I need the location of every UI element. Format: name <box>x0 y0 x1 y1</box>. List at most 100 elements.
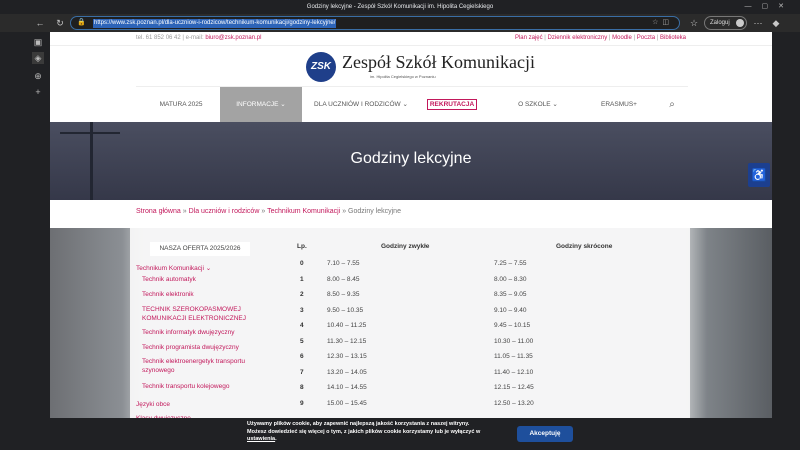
lock-icon: 🔒 <box>77 19 86 26</box>
header-skrocone: Godziny skrócone <box>556 243 613 250</box>
menu-item[interactable]: Technik elektronik <box>142 290 194 299</box>
cell-lp: 0 <box>300 260 304 267</box>
cookie-text: Używamy plików cookie, aby zapewnić najl… <box>247 421 481 442</box>
top-links: Plan zajęć | Dziennik elektroniczny | Mo… <box>514 35 686 41</box>
main-nav: MATURA 2025 INFORMACJE ⌄ DLA UCZNIÓW I R… <box>136 86 688 122</box>
cell-skrocone: 9.45 – 10.15 <box>494 322 531 329</box>
breadcrumb-technikum[interactable]: Technikum Komunikacji <box>267 208 340 215</box>
menu-jezyki[interactable]: Języki obce <box>136 400 170 409</box>
email-label: e-mail: <box>185 35 204 41</box>
breadcrumb-dla-uczniow[interactable]: Dla uczniów i rodziców <box>189 208 260 215</box>
cell-lp: 2 <box>300 291 304 298</box>
cell-zwykle: 13.20 – 14.05 <box>327 368 367 376</box>
cell-lp: 5 <box>300 337 304 345</box>
link-poczta[interactable]: Poczta <box>637 35 655 41</box>
cell-zwykle: 8.50 – 9.35 <box>327 291 360 298</box>
web-page: tel. 61 852 06 42 | e-mail: biuro@zsk.po… <box>50 32 772 450</box>
menu-item[interactable]: Technik informatyk dwujęzyczny <box>142 328 234 337</box>
nav-erasmus[interactable]: ERASMUS+ <box>594 87 644 122</box>
menu-technikum[interactable]: Technikum Komunikacji ⌄ <box>136 264 211 273</box>
contact-info: tel. 61 852 06 42 | e-mail: biuro@zsk.po… <box>136 35 262 41</box>
cell-lp: 4 <box>300 322 304 329</box>
cell-lp: 8 <box>300 384 304 391</box>
link-dziennik[interactable]: Dziennik elektroniczny <box>548 35 608 41</box>
address-bar[interactable]: 🔒 https://www.zsk.poznan.pl/dla-uczniow-… <box>70 16 680 30</box>
cell-lp: 3 <box>300 306 304 314</box>
collections-icon[interactable]: ◈ <box>32 52 44 64</box>
accessibility-icon[interactable]: ♿ <box>748 163 770 187</box>
menu-item[interactable]: Technik transportu kolejowego <box>142 382 229 391</box>
browser-toolbar: ← ↻ 🔒 https://www.zsk.poznan.pl/dla-uczn… <box>0 14 800 32</box>
cell-zwykle: 12.30 – 13.15 <box>327 353 367 360</box>
nav-o-szkole[interactable]: O SZKOLE ⌄ <box>502 87 574 122</box>
menu-item[interactable]: Technik automatyk <box>142 275 196 284</box>
header-lp: Lp. <box>297 243 307 250</box>
cell-zwykle: 14.10 – 14.55 <box>327 384 367 391</box>
page-title: Godziny lekcyjne <box>350 150 472 167</box>
nav-matura[interactable]: MATURA 2025 <box>136 87 226 122</box>
window-controls[interactable]: —▢✕ <box>745 0 794 14</box>
nav-rekrutacja[interactable]: REKRUTACJA <box>422 87 482 122</box>
browser-sidebar: ▣ ◈ ⊕ + <box>0 32 50 450</box>
url-text[interactable]: https://www.zsk.poznan.pl/dla-uczniow-i-… <box>93 19 337 28</box>
menu-item[interactable]: Technik programista dwujęzyczny <box>142 343 239 352</box>
nav-informacje[interactable]: INFORMACJE ⌄ <box>220 87 302 122</box>
header-zwykle: Godziny zwykłe <box>381 243 430 250</box>
lamp-arm <box>60 132 120 134</box>
browser-title-bar: Godziny lekcyjne - Zespół Szkół Komunika… <box>0 0 800 14</box>
link-moodle[interactable]: Moodle <box>612 35 632 41</box>
window-title: Godziny lekcyjne - Zespół Szkół Komunika… <box>306 4 494 10</box>
address-tools-icons[interactable]: ☆◫ <box>652 18 673 26</box>
cell-skrocone: 12.50 – 13.20 <box>494 399 534 407</box>
cookie-settings-link[interactable]: ustawienia <box>247 436 275 442</box>
cell-zwykle: 10.40 – 11.25 <box>327 322 367 329</box>
top-contact-strip: tel. 61 852 06 42 | e-mail: biuro@zsk.po… <box>50 32 772 46</box>
cell-skrocone: 9.10 – 9.40 <box>494 306 527 314</box>
cell-lp: 1 <box>300 275 304 283</box>
search-icon[interactable]: ⌕ <box>664 87 680 122</box>
cell-zwykle: 11.30 – 12.15 <box>327 337 367 345</box>
cell-zwykle: 15.00 – 15.45 <box>327 399 367 407</box>
cell-skrocone: 10.30 – 11.00 <box>494 337 534 345</box>
profile-button[interactable]: Zaloguj <box>704 16 747 30</box>
link-biblioteka[interactable]: Biblioteka <box>660 35 686 41</box>
offer-heading[interactable]: NASZA OFERTA 2025/2026 <box>150 242 250 256</box>
menu-item[interactable]: Technik elektroenergetyk transportu szyn… <box>142 357 272 375</box>
browser-right-rail <box>772 32 800 450</box>
hero-banner: Godziny lekcyjne <box>50 122 772 200</box>
nav-dla-uczniow[interactable]: DLA UCZNIÓW I RODZICÓW ⌄ <box>306 87 416 122</box>
link-plan[interactable]: Plan zajęć <box>515 35 543 41</box>
cell-lp: 7 <box>300 368 304 376</box>
add-icon[interactable]: + <box>32 86 44 98</box>
tabs-icon[interactable]: ▣ <box>32 36 44 48</box>
favorites-icon[interactable]: ☆ <box>688 17 700 29</box>
cell-skrocone: 11.05 – 11.35 <box>494 353 533 360</box>
breadcrumb-current: Godziny lekcyjne <box>348 208 401 215</box>
cell-zwykle: 9.50 – 10.35 <box>327 306 364 314</box>
more-icon[interactable]: ⋯ <box>752 17 764 29</box>
copilot-icon[interactable]: ◆ <box>770 17 782 29</box>
avatar <box>735 19 744 27</box>
globe-icon[interactable]: ⊕ <box>32 70 44 82</box>
cell-zwykle: 7.10 – 7.55 <box>327 260 360 267</box>
content-background: NASZA OFERTA 2025/2026 Technikum Komunik… <box>50 228 772 450</box>
back-icon[interactable]: ← <box>34 17 46 29</box>
accept-cookies-button[interactable]: Akceptuję <box>517 426 573 442</box>
cell-skrocone: 12.15 – 12.45 <box>494 384 534 391</box>
refresh-icon[interactable]: ↻ <box>54 17 66 29</box>
email-link[interactable]: biuro@zsk.poznan.pl <box>205 35 261 41</box>
cell-lp: 6 <box>300 353 304 360</box>
school-subtitle: im. Hipolita Cegielskiego w Poznaniu <box>370 74 436 79</box>
phone: tel. 61 852 06 42 <box>136 35 181 41</box>
breadcrumb: Strona główna » Dla uczniów i rodziców »… <box>136 208 401 215</box>
cell-skrocone: 8.35 – 9.05 <box>494 291 527 298</box>
cell-skrocone: 8.00 – 8.30 <box>494 275 527 283</box>
menu-item[interactable]: TECHNIK SZEROKOPASMOWEJ KOMUNIKACJI ELEK… <box>142 305 262 323</box>
cell-lp: 9 <box>300 399 304 407</box>
school-logo[interactable]: ZSK <box>306 52 336 82</box>
school-name[interactable]: Zespół Szkół Komunikacji <box>342 52 535 73</box>
content-panel <box>130 228 690 450</box>
cell-skrocone: 7.25 – 7.55 <box>494 260 527 267</box>
cookie-banner: Używamy plików cookie, aby zapewnić najl… <box>50 418 772 450</box>
breadcrumb-home[interactable]: Strona główna <box>136 208 181 215</box>
